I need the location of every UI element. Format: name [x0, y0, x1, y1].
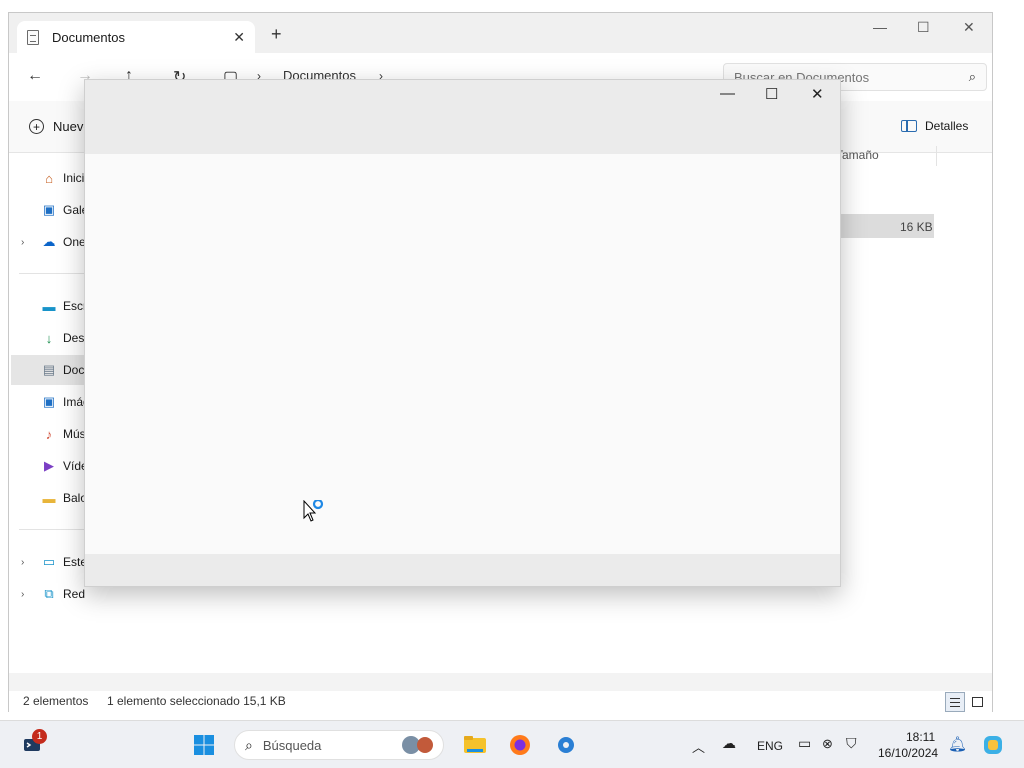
back-icon[interactable]: ←: [27, 67, 43, 85]
search-icon: ⌕: [245, 736, 253, 753]
notification-badge: 1: [32, 729, 47, 744]
download-icon: ↓: [45, 330, 53, 346]
network-disconnected-icon[interactable]: ⊗: [822, 736, 833, 752]
blank-dialog-window: — ☐ ✕: [84, 79, 841, 587]
title-bar: Documentos ✕ + — ☐ ✕: [9, 13, 992, 53]
item-count: 2 elementos: [23, 694, 89, 708]
busy-cursor-icon: [303, 500, 324, 522]
videos-icon: ▶: [44, 458, 54, 473]
search-highlight-icon: [402, 736, 433, 754]
close-tab-icon[interactable]: ✕: [233, 29, 245, 46]
close-window-icon[interactable]: ✕: [963, 19, 975, 36]
chevron-right-icon[interactable]: ›: [21, 237, 33, 248]
maximize-icon[interactable]: ☐: [917, 19, 930, 36]
maximize-icon[interactable]: ☐: [765, 85, 778, 103]
taskbar-app-firefox[interactable]: [506, 731, 534, 759]
details-pane-icon: [901, 120, 917, 132]
minimize-icon[interactable]: —: [720, 85, 735, 102]
gallery-icon: ▣: [42, 202, 56, 217]
file-explorer-icon: [464, 736, 486, 753]
details-view-button[interactable]: [945, 692, 965, 712]
minimize-icon[interactable]: —: [873, 19, 887, 35]
column-header-size[interactable]: Tamaño: [836, 148, 879, 162]
settings-icon: [558, 737, 574, 753]
chevron-right-icon[interactable]: ›: [21, 557, 33, 568]
network-icon: ⧉: [44, 586, 54, 601]
taskbar: 1 ⌕ Búsqueda ︿ ☁ ENG ▭ ⊗ ⛉ 🔔︎: [0, 720, 1024, 768]
start-button[interactable]: [190, 731, 218, 759]
security-icon[interactable]: ⛉: [846, 735, 857, 752]
details-pane-button[interactable]: Detalles: [901, 119, 968, 133]
onedrive-icon: ☁: [42, 234, 56, 249]
chevron-up-icon[interactable]: ︿: [692, 737, 705, 756]
dialog-footer: [85, 554, 840, 586]
details-label: Detalles: [925, 119, 969, 133]
tab-title: Documentos: [52, 29, 125, 45]
taskbar-search-box[interactable]: ⌕ Búsqueda: [234, 730, 444, 760]
new-button[interactable]: + Nuevo: [29, 119, 91, 134]
folder-icon: ▬: [42, 490, 56, 506]
status-bar: 2 elementos 1 elemento seleccionado 15,1…: [9, 691, 992, 713]
document-icon: [27, 29, 39, 45]
new-tab-button[interactable]: +: [271, 25, 282, 43]
dialog-title-bar[interactable]: — ☐ ✕: [85, 80, 840, 154]
details-view-icon: [950, 697, 960, 707]
desktop-icon: ▬: [42, 298, 56, 314]
selection-info: 1 elemento seleccionado 15,1 KB: [107, 694, 286, 708]
notification-bell-icon[interactable]: 🔔︎: [948, 735, 967, 753]
clock-date[interactable]: 16/10/2024: [878, 746, 938, 760]
sidebar-item-label: Red: [63, 587, 86, 601]
plus-circle-icon: +: [29, 119, 44, 134]
tab-documentos[interactable]: Documentos ✕: [17, 21, 255, 53]
taskbar-app-file-explorer[interactable]: [460, 731, 490, 759]
home-icon: ⌂: [45, 170, 53, 186]
language-indicator[interactable]: ENG: [757, 739, 783, 753]
taskbar-search-placeholder: Búsqueda: [262, 737, 322, 753]
display-icon[interactable]: ▭: [798, 735, 811, 752]
windows-logo-icon: [194, 735, 214, 755]
file-size: 16 KB: [900, 220, 933, 234]
firefox-icon: [510, 735, 530, 755]
pictures-icon: ▣: [42, 394, 56, 409]
search-icon: ⌕: [968, 69, 976, 84]
close-window-icon[interactable]: ✕: [811, 85, 824, 103]
tiles-view-button[interactable]: [967, 692, 987, 712]
chevron-right-icon[interactable]: ›: [21, 589, 33, 600]
documents-icon: ▤: [42, 362, 56, 377]
tiles-view-icon: [971, 697, 983, 707]
column-divider[interactable]: [936, 146, 937, 166]
copilot-button[interactable]: [980, 731, 1006, 759]
music-icon: ♪: [45, 426, 53, 442]
taskbar-app-settings[interactable]: [552, 731, 580, 759]
this-pc-icon: ▭: [42, 554, 56, 569]
copilot-icon: [984, 736, 1002, 754]
cloud-sync-icon[interactable]: ☁: [722, 735, 736, 752]
clock-time[interactable]: 18:11: [906, 730, 935, 744]
